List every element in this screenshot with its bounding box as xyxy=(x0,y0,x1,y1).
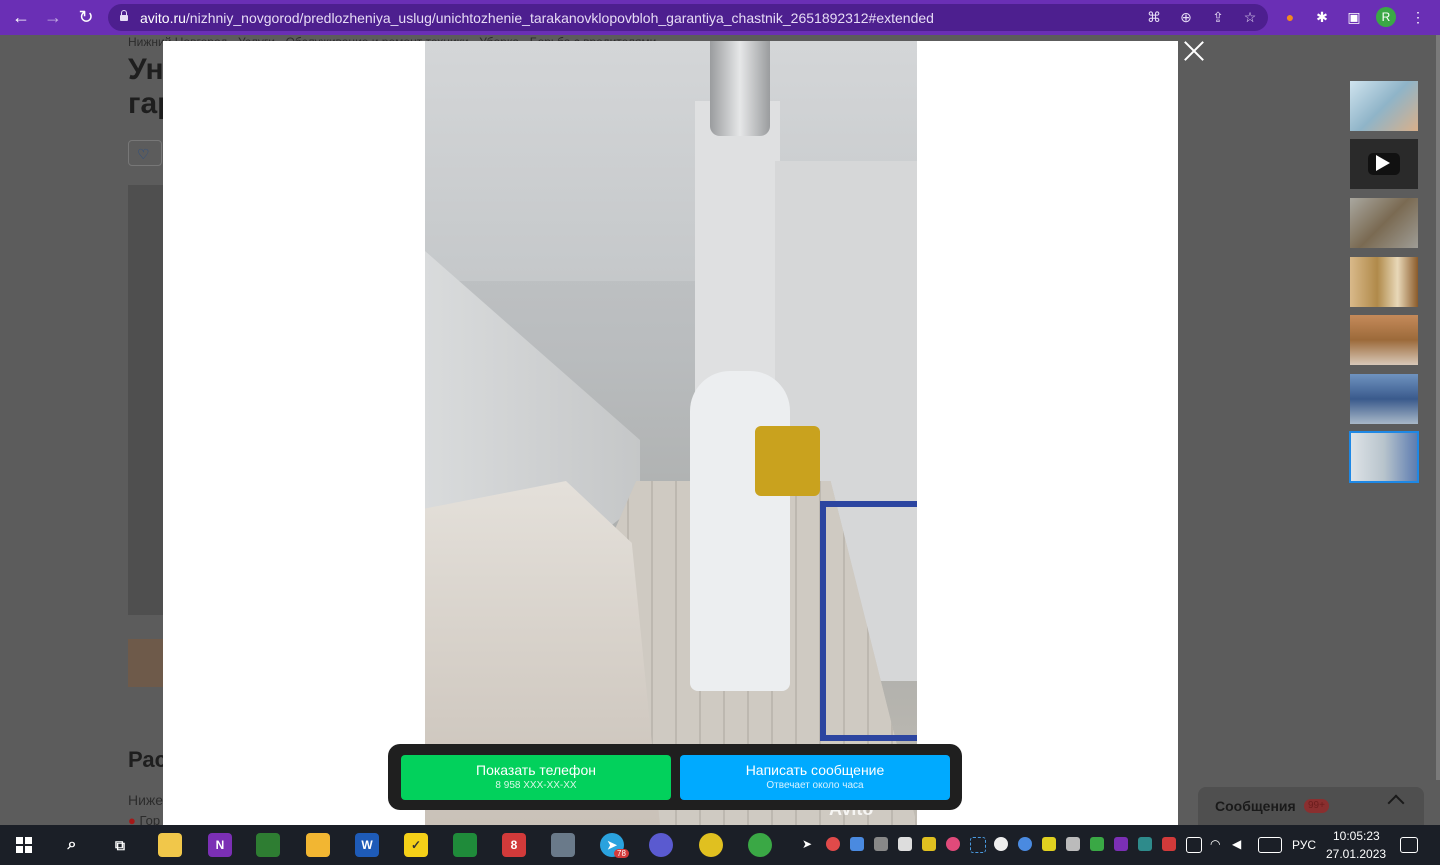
write-message-button[interactable]: Написать сообщение Отвечает около часа xyxy=(680,755,950,800)
zoom-icon[interactable]: ⊕ xyxy=(1177,8,1195,26)
messages-label: Сообщения xyxy=(1215,798,1296,814)
file-explorer-icon[interactable] xyxy=(306,833,330,857)
tray-app-icon[interactable] xyxy=(850,837,864,851)
word-icon[interactable]: W xyxy=(355,833,379,857)
task-view-icon[interactable]: ⧉ xyxy=(108,833,132,857)
search-icon[interactable]: ⌕ xyxy=(60,833,84,857)
gallery-modal: Avito xyxy=(163,41,1178,825)
windows-taskbar: ⌕ ⧉ N W ✓ 8 ➤ 78 ➤ ◠ ◀ РУС 10:05:23 27.0… xyxy=(0,825,1440,865)
page-scrollbar[interactable] xyxy=(1436,35,1440,780)
thumb-corridor[interactable] xyxy=(1349,431,1419,483)
tray-app-icon[interactable] xyxy=(1162,837,1176,851)
extensions-puzzle-icon[interactable]: ✱ xyxy=(1312,7,1332,27)
notes-app-icon[interactable] xyxy=(158,833,182,857)
tray-snip-icon[interactable] xyxy=(970,837,986,853)
battery-icon[interactable] xyxy=(1186,837,1202,853)
keyboard-icon[interactable] xyxy=(1258,837,1282,853)
thumb-worker-blue[interactable] xyxy=(1350,374,1418,424)
tray-app-icon[interactable] xyxy=(922,837,936,851)
thumb-video[interactable] xyxy=(1350,139,1418,189)
tray-app-icon[interactable] xyxy=(874,837,888,851)
thumb-bottles[interactable] xyxy=(1350,257,1418,307)
app-gray-icon[interactable] xyxy=(551,833,575,857)
sticky-notes-icon[interactable]: ✓ xyxy=(404,833,428,857)
telegram-badge: 78 xyxy=(614,849,629,858)
clock-date[interactable]: 27.01.2023 xyxy=(1326,847,1386,861)
tray-send-icon[interactable]: ➤ xyxy=(802,837,816,851)
tray-app-icon[interactable] xyxy=(826,837,840,851)
tray-app-icon[interactable] xyxy=(1138,837,1152,851)
onenote-icon[interactable]: N xyxy=(208,833,232,857)
clock-time[interactable]: 10:05:23 xyxy=(1333,829,1380,843)
messages-count-badge: 99+ xyxy=(1304,799,1329,813)
close-icon[interactable] xyxy=(1183,40,1205,62)
notification-center-icon[interactable] xyxy=(1400,837,1418,853)
menu-kebab-icon[interactable]: ⋮ xyxy=(1408,7,1428,27)
windows-start-icon[interactable] xyxy=(16,837,32,853)
messages-panel[interactable]: Сообщения 99+ xyxy=(1198,787,1424,825)
tray-app-icon[interactable] xyxy=(1066,837,1080,851)
thumb-hall[interactable] xyxy=(1350,315,1418,365)
sheets-icon[interactable] xyxy=(453,833,477,857)
gallery-video-frame[interactable]: Avito xyxy=(425,41,917,825)
language-indicator[interactable]: РУС xyxy=(1292,838,1316,852)
tray-app-icon[interactable] xyxy=(1090,837,1104,851)
side-panel-icon[interactable]: ▣ xyxy=(1344,7,1364,27)
lock-icon xyxy=(120,10,128,21)
contact-action-bar: Показать телефон 8 958 XXX-XX-XX Написат… xyxy=(388,744,962,810)
show-phone-button[interactable]: Показать телефон 8 958 XXX-XX-XX xyxy=(401,755,671,800)
seller-avatar xyxy=(128,639,164,687)
reload-icon[interactable]: ↻ xyxy=(75,6,97,28)
thumb-portrait[interactable] xyxy=(1350,81,1418,131)
translate-icon[interactable]: ⌘ xyxy=(1145,8,1163,26)
play-icon xyxy=(1376,155,1390,171)
thumb-insects[interactable] xyxy=(1350,198,1418,248)
tray-app-icon[interactable] xyxy=(898,837,912,851)
tray-app-icon[interactable] xyxy=(994,837,1008,851)
tray-onenote-icon[interactable] xyxy=(1114,837,1128,851)
chrome-profile-icon[interactable] xyxy=(748,833,772,857)
app-red-icon[interactable]: 8 xyxy=(502,833,526,857)
tray-app-icon[interactable] xyxy=(1018,837,1032,851)
notepad-plus-icon[interactable] xyxy=(256,833,280,857)
share-icon[interactable]: ⇪ xyxy=(1209,8,1227,26)
volume-icon[interactable]: ◀ xyxy=(1232,837,1246,851)
listing-photo xyxy=(128,185,168,615)
favorite-heart-icon[interactable]: ♡ xyxy=(128,140,162,166)
section-heading: Рас xyxy=(128,747,167,772)
bookmark-star-icon[interactable]: ☆ xyxy=(1241,8,1259,26)
back-icon[interactable]: ← xyxy=(10,6,32,28)
app-violet-icon[interactable] xyxy=(649,833,673,857)
tray-app-icon[interactable] xyxy=(1042,837,1056,851)
address-bar[interactable]: avito.ru/nizhniy_novgorod/predlozheniya_… xyxy=(108,4,1268,31)
browser-toolbar: ← → ↻ avito.ru/nizhniy_novgorod/predlozh… xyxy=(0,0,1440,35)
chevron-up-icon[interactable] xyxy=(1387,794,1405,812)
forward-icon[interactable]: → xyxy=(42,6,64,28)
metamask-extension-icon[interactable]: ● xyxy=(1280,7,1300,27)
profile-avatar[interactable]: R xyxy=(1376,7,1396,27)
chrome-icon[interactable] xyxy=(699,833,723,857)
url-text[interactable]: avito.ru/nizhniy_novgorod/predlozheniya_… xyxy=(140,10,934,26)
wifi-icon[interactable]: ◠ xyxy=(1210,837,1224,851)
section-text: Ниже xyxy=(128,792,164,808)
tray-app-icon[interactable] xyxy=(946,837,960,851)
